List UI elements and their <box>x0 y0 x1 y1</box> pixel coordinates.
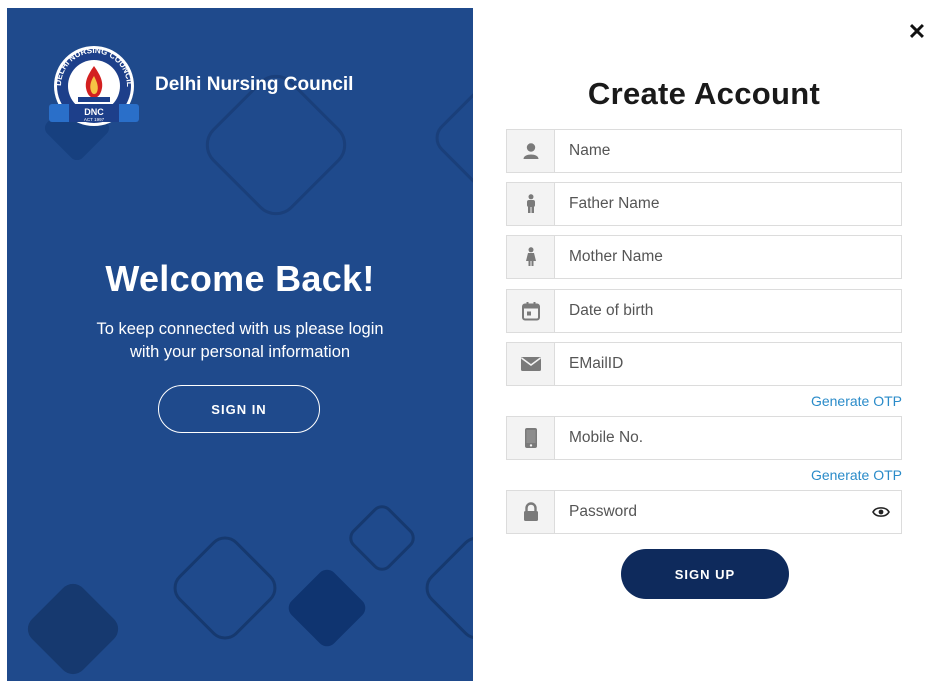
male-icon <box>507 183 555 225</box>
email-input[interactable] <box>555 343 901 385</box>
eye-icon[interactable] <box>861 491 901 533</box>
welcome-panel: DELHI NURSING COUNCIL DNC ACT 1997 Delhi… <box>7 8 473 681</box>
welcome-text: To keep connected with us please login w… <box>7 318 473 364</box>
council-logo: DELHI NURSING COUNCIL DNC ACT 1997 <box>49 46 139 126</box>
welcome-title: Welcome Back! <box>105 258 375 299</box>
female-icon <box>507 236 555 278</box>
father-name-field <box>506 182 902 226</box>
sign-in-button[interactable]: SIGN IN <box>158 385 320 433</box>
mother-name-input[interactable] <box>555 236 901 278</box>
name-field <box>506 129 902 173</box>
close-icon: ✕ <box>907 19 926 44</box>
mobile-field <box>506 416 902 460</box>
sign-up-button[interactable]: SIGN UP <box>621 549 789 599</box>
lock-icon <box>507 491 555 533</box>
name-input[interactable] <box>555 130 901 172</box>
welcome-text-line-2: with your personal information <box>129 343 351 361</box>
generate-otp-email-link[interactable]: Generate OTP <box>811 393 902 409</box>
welcome-text-line-1: To keep connected with us please login <box>96 320 384 338</box>
dob-field <box>506 289 902 333</box>
email-field <box>506 342 902 386</box>
calendar-icon <box>507 290 555 332</box>
org-name: Delhi Nursing Council <box>155 74 354 95</box>
form-title: Create Account <box>587 76 821 111</box>
dob-input[interactable] <box>555 290 901 332</box>
generate-otp-mobile-link[interactable]: Generate OTP <box>811 467 902 483</box>
father-name-input[interactable] <box>555 183 901 225</box>
mobile-icon <box>507 417 555 459</box>
envelope-icon <box>507 343 555 385</box>
logo-badge-text: DNC <box>84 107 104 117</box>
logo-act-text: ACT 1997 <box>84 117 105 122</box>
mother-name-field <box>506 235 902 279</box>
user-icon <box>507 130 555 172</box>
close-button[interactable]: ✕ <box>905 19 926 44</box>
mobile-input[interactable] <box>555 417 901 459</box>
password-input[interactable] <box>555 491 861 533</box>
password-field <box>506 490 902 534</box>
